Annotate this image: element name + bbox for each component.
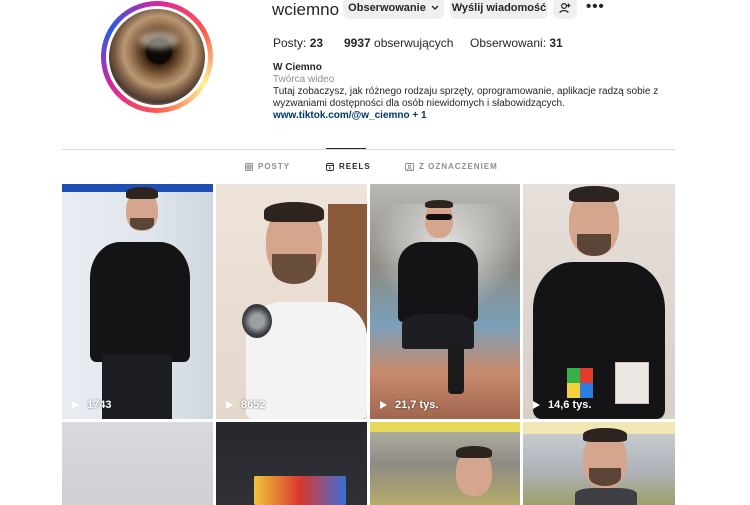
reel-play-count: 1743 <box>71 399 111 411</box>
tab-reels[interactable]: REELS <box>326 162 371 171</box>
reel-play-count: 21,7 tys. <box>379 399 438 411</box>
game-box <box>254 476 346 505</box>
stat-following[interactable]: Obserwowani: 31 <box>470 36 563 50</box>
reel-thumbnail[interactable] <box>216 422 367 505</box>
chevron-down-icon <box>431 4 439 13</box>
play-icon <box>533 401 540 409</box>
reel-thumbnail[interactable] <box>370 422 520 505</box>
ceiling-light <box>370 422 520 432</box>
play-icon <box>226 401 233 409</box>
bio-display-name: W Ciemno <box>273 62 322 73</box>
avatar-frame <box>106 6 208 108</box>
stat-posts: Posty: 23 <box>273 36 324 50</box>
suggest-similar-button[interactable] <box>553 0 577 19</box>
reel-thumbnail[interactable] <box>523 422 675 505</box>
box <box>615 362 649 404</box>
reel-thumbnail[interactable] <box>62 422 213 505</box>
person-figure <box>392 184 492 419</box>
reel-thumbnail[interactable]: 14,6 tys. <box>523 184 675 419</box>
bio-link[interactable]: www.tiktok.com/@w_ciemno + 1 <box>273 110 427 121</box>
profile-avatar[interactable] <box>101 1 213 113</box>
person-figure <box>571 428 641 505</box>
reel-play-count: 8652 <box>225 399 265 411</box>
following-button[interactable]: Obserwowanie <box>343 0 444 19</box>
add-person-icon <box>559 2 571 14</box>
avatar-image-eye <box>109 9 205 105</box>
play-icon <box>72 401 79 409</box>
reel-thumbnail[interactable]: 1743 <box>62 184 213 419</box>
reel-background <box>62 422 213 505</box>
stat-followers[interactable]: 9937 obserwujących <box>344 36 453 50</box>
active-tab-indicator <box>326 148 366 149</box>
person-figure <box>226 184 367 419</box>
reel-thumbnail[interactable]: 8652 <box>216 184 367 419</box>
person-figure <box>525 184 675 419</box>
reel-play-count: 14,6 tys. <box>532 399 591 411</box>
rubiks-cube <box>567 368 593 398</box>
reel-thumbnail[interactable]: 21,7 tys. <box>370 184 520 419</box>
bio-description: Tutaj zobaczysz, jak różnego rodzaju spr… <box>273 86 659 109</box>
microphone <box>242 304 272 338</box>
tab-tagged[interactable]: Z OZNACZENIEM <box>405 162 498 171</box>
person-figure <box>90 184 190 419</box>
more-options-icon[interactable]: ••• <box>586 0 605 15</box>
send-message-button[interactable]: Wyślij wiadomość <box>450 0 548 19</box>
following-button-label: Obserwowanie <box>348 2 426 14</box>
tagged-icon <box>405 162 414 171</box>
bio-category: Twórca wideo <box>273 74 335 85</box>
play-icon <box>380 401 387 409</box>
tab-posts[interactable]: POSTY <box>245 162 290 171</box>
reels-icon <box>326 162 334 171</box>
tabs-divider <box>62 149 675 150</box>
grid-icon <box>245 162 253 171</box>
person-figure <box>450 446 500 505</box>
profile-username: wciemno <box>272 0 340 19</box>
